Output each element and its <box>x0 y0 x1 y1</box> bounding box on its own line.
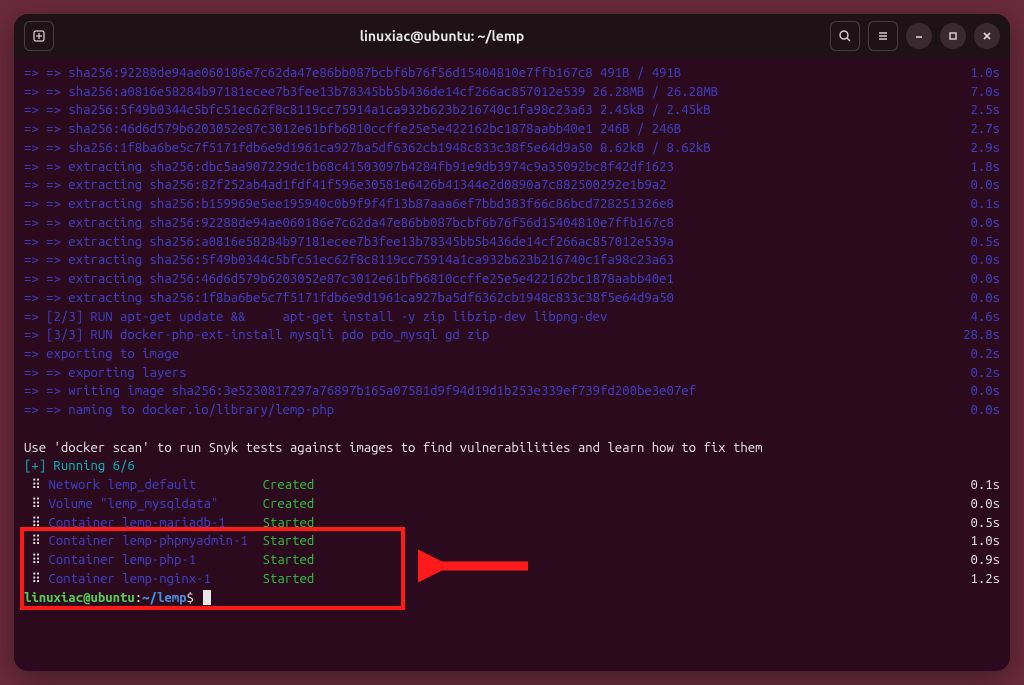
terminal-window: linuxiac@ubuntu: ~/lemp => => sha256:922… <box>14 14 1010 671</box>
close-button[interactable] <box>974 23 1000 49</box>
terminal-output[interactable]: => => sha256:92288de94ae060186e7c62da47e… <box>14 58 1010 671</box>
menu-button[interactable] <box>868 21 898 51</box>
maximize-button[interactable] <box>940 23 966 49</box>
minimize-button[interactable] <box>906 23 932 49</box>
new-tab-button[interactable] <box>24 21 54 51</box>
search-button[interactable] <box>830 21 860 51</box>
titlebar: linuxiac@ubuntu: ~/lemp <box>14 14 1010 58</box>
window-title: linuxiac@ubuntu: ~/lemp <box>64 28 820 44</box>
